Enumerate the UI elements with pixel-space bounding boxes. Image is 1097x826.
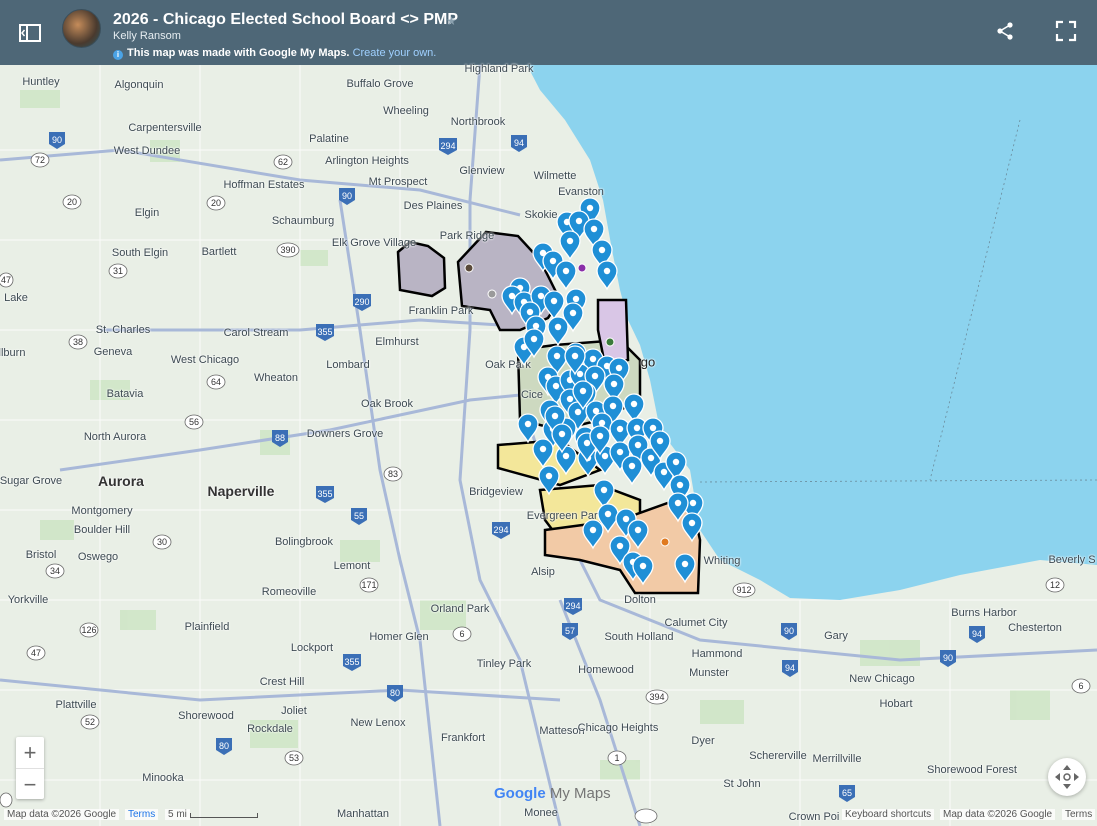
info-icon: i — [113, 50, 123, 60]
map-footer: Map data ©2026 Google Terms 5 mi Keyboar… — [0, 807, 1097, 826]
recenter-button[interactable] — [1048, 758, 1086, 796]
map-viewer: { "header": { "title": "2026 - Chicago E… — [0, 0, 1097, 826]
zoom-out-button[interactable]: − — [16, 769, 44, 800]
google-my-maps-logo: Google My Maps — [494, 785, 611, 802]
zoom-in-button[interactable]: + — [16, 737, 44, 769]
create-your-own-link[interactable]: Create your own. — [353, 47, 437, 59]
mymaps-logo-text: My Maps — [549, 785, 611, 802]
school-marker-icon[interactable] — [627, 519, 649, 550]
map-canvas[interactable]: 90 94 294 90 290 355 88 355 55 294 294 5… — [0, 63, 1097, 826]
school-marker-icon[interactable] — [538, 465, 560, 496]
school-marker-icon[interactable] — [532, 438, 554, 469]
map-data-attribution-right: Map data ©2026 Google — [940, 809, 1056, 820]
school-marker-icon[interactable] — [559, 230, 581, 261]
notice-text: This map was made with Google My Maps. — [127, 47, 350, 59]
terms-link[interactable]: Terms — [125, 809, 159, 820]
fullscreen-icon[interactable] — [1055, 20, 1077, 42]
map-data-attribution: Map data ©2026 Google — [4, 809, 120, 820]
markers-layer — [501, 197, 704, 586]
scale-bar — [190, 813, 258, 818]
made-with-notice: i This map was made with Google My Maps. … — [113, 47, 436, 60]
sidebar-toggle-icon[interactable] — [18, 22, 42, 44]
move-icon — [1055, 765, 1079, 789]
share-icon[interactable] — [995, 21, 1015, 41]
map-title: 2026 - Chicago Elected School Board <> P… — [113, 11, 458, 28]
school-marker-icon[interactable] — [582, 519, 604, 550]
school-marker-icon[interactable] — [555, 260, 577, 291]
school-marker-icon[interactable] — [547, 316, 569, 347]
school-marker-icon[interactable] — [681, 512, 703, 543]
map-header: 2026 - Chicago Elected School Board <> P… — [0, 0, 1097, 65]
author-avatar[interactable] — [62, 9, 101, 48]
school-marker-icon[interactable] — [517, 413, 539, 444]
school-marker-icon[interactable] — [632, 555, 654, 586]
school-marker-icon[interactable] — [674, 553, 696, 584]
school-marker-icon[interactable] — [543, 290, 565, 321]
scale-label[interactable]: 5 mi — [165, 809, 190, 820]
star-icon[interactable]: ★ — [446, 14, 457, 28]
school-marker-icon[interactable] — [621, 455, 643, 486]
school-marker-icon[interactable] — [555, 445, 577, 476]
zoom-controls: + − — [16, 737, 44, 799]
google-logo-text: Google — [494, 785, 546, 802]
keyboard-shortcuts-link[interactable]: Keyboard shortcuts — [842, 809, 935, 820]
terms-link-right[interactable]: Terms — [1062, 809, 1096, 820]
school-marker-icon[interactable] — [596, 260, 618, 291]
author-name[interactable]: Kelly Ransom — [113, 30, 181, 42]
